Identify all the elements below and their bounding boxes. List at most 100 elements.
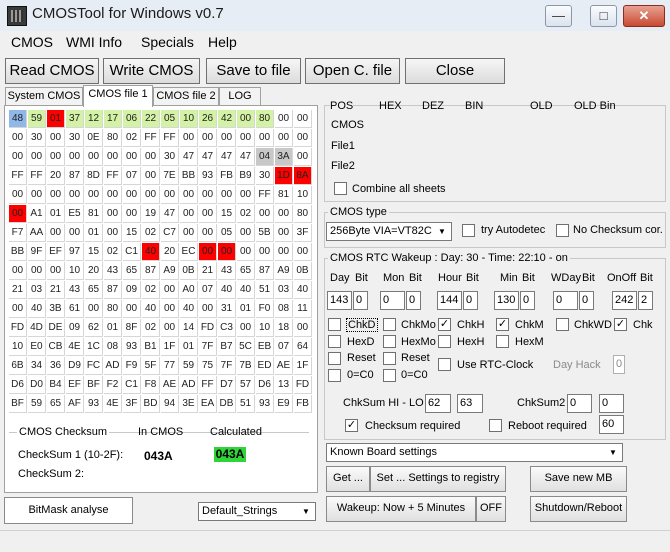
hex-cell[interactable]: FF <box>28 167 46 185</box>
hex-cell[interactable]: D6 <box>256 376 274 394</box>
hex-cell[interactable]: F8 <box>142 376 160 394</box>
hex-cell[interactable]: 3F <box>123 395 141 413</box>
hex-cell[interactable]: 3B <box>47 300 65 318</box>
hex-cell[interactable]: 40 <box>142 243 160 261</box>
hex-cell[interactable]: FD <box>199 319 217 337</box>
hex-cell[interactable]: 40 <box>180 300 198 318</box>
no-checksum-checkbox[interactable] <box>556 224 569 237</box>
tab-log[interactable]: LOG <box>219 87 261 106</box>
min-input[interactable]: 130 <box>494 291 519 310</box>
hex-cell[interactable]: 7B <box>237 357 255 375</box>
hex-cell[interactable]: C1 <box>123 243 141 261</box>
hex-cell[interactable]: 21 <box>47 281 65 299</box>
hex-cell[interactable]: 00 <box>47 186 65 204</box>
hex-cell[interactable]: F2 <box>104 376 122 394</box>
hex-cell[interactable]: 59 <box>28 395 46 413</box>
hex-cell[interactable]: F7 <box>9 224 27 242</box>
hex-cell[interactable]: 02 <box>237 205 255 223</box>
hex-cell[interactable]: 00 <box>9 129 27 147</box>
hex-cell[interactable]: 00 <box>142 148 160 166</box>
hex-cell[interactable]: 00 <box>218 243 236 261</box>
hex-cell[interactable]: 30 <box>28 129 46 147</box>
hex-cell[interactable]: 00 <box>294 148 312 166</box>
hex-cell[interactable]: 00 <box>28 148 46 166</box>
chkm-checkbox[interactable]: ✓ <box>496 318 509 331</box>
hex-cell[interactable]: 00 <box>85 148 103 166</box>
hex-cell[interactable]: 00 <box>9 300 27 318</box>
hex-cell[interactable]: 20 <box>85 262 103 280</box>
hex-cell[interactable]: 61 <box>66 300 84 318</box>
hex-cell[interactable]: 80 <box>256 110 274 128</box>
hex-cell[interactable]: 97 <box>66 243 84 261</box>
hex-cell[interactable]: 51 <box>237 395 255 413</box>
menu-wmi-info[interactable]: WMI Info <box>66 34 122 50</box>
hex-cell[interactable]: 40 <box>28 300 46 318</box>
hex-cell[interactable]: C3 <box>218 319 236 337</box>
hex-cell[interactable]: 47 <box>180 148 198 166</box>
save-new-mb-button[interactable]: Save new MB <box>530 466 627 492</box>
hex-cell[interactable]: 00 <box>85 300 103 318</box>
hex-cell[interactable]: 00 <box>142 167 160 185</box>
hex-cell[interactable]: FF <box>142 129 160 147</box>
hex-cell[interactable]: 20 <box>47 167 65 185</box>
hex-cell[interactable]: 94 <box>161 395 179 413</box>
hex-cell[interactable]: 0B <box>294 262 312 280</box>
wday-bit-input[interactable]: 0 <box>579 291 594 310</box>
hex-cell[interactable]: 00 <box>161 281 179 299</box>
hex-cell[interactable]: DE <box>47 319 65 337</box>
hex-cell[interactable]: E5 <box>66 205 84 223</box>
hex-cell[interactable]: F9 <box>123 357 141 375</box>
checksum-required-checkbox[interactable]: ✓ <box>345 419 358 432</box>
hex-cell[interactable]: 80 <box>104 300 122 318</box>
hex-cell[interactable]: 07 <box>123 167 141 185</box>
hex-cell[interactable]: 4E <box>104 395 122 413</box>
hex-cell[interactable]: 14 <box>180 319 198 337</box>
hex-cell[interactable]: 00 <box>161 319 179 337</box>
hex-cell[interactable]: 00 <box>104 205 122 223</box>
chkmo-checkbox[interactable] <box>383 318 396 331</box>
hex-cell[interactable]: 00 <box>47 224 65 242</box>
hex-cell[interactable]: 00 <box>161 300 179 318</box>
hex-cell[interactable]: 02 <box>123 129 141 147</box>
hex-cell[interactable]: FF <box>9 167 27 185</box>
hour-input[interactable]: 144 <box>437 291 462 310</box>
hex-cell[interactable]: B4 <box>47 376 65 394</box>
hex-cell[interactable]: 36 <box>47 357 65 375</box>
hex-cell[interactable]: 00 <box>199 205 217 223</box>
hex-cell[interactable]: 00 <box>237 110 255 128</box>
onoff-bit-input[interactable]: 2 <box>638 291 653 310</box>
min-bit-input[interactable]: 0 <box>520 291 535 310</box>
zero-c0-day-checkbox[interactable] <box>328 369 341 382</box>
hex-cell[interactable]: 26 <box>199 110 217 128</box>
hex-cell[interactable]: ED <box>256 357 274 375</box>
hex-cell[interactable]: FF <box>161 129 179 147</box>
hex-cell[interactable]: FF <box>256 186 274 204</box>
hex-cell[interactable]: 05 <box>161 110 179 128</box>
hex-cell[interactable]: 00 <box>275 129 293 147</box>
hex-cell[interactable]: 59 <box>180 357 198 375</box>
hex-cell[interactable]: 01 <box>47 205 65 223</box>
hex-cell[interactable]: 17 <box>104 110 122 128</box>
tab-system-cmos[interactable]: System CMOS <box>5 87 83 106</box>
hex-cell[interactable]: CB <box>47 338 65 356</box>
hex-cell[interactable]: BF <box>9 395 27 413</box>
hex-cell[interactable]: 00 <box>28 186 46 204</box>
hex-cell[interactable]: BD <box>142 395 160 413</box>
hex-cell[interactable]: FD <box>9 319 27 337</box>
hex-cell[interactable]: 43 <box>104 262 122 280</box>
hex-cell[interactable]: 1D <box>275 167 293 185</box>
hex-cell[interactable]: 30 <box>256 167 274 185</box>
hex-cell[interactable]: 8D <box>85 167 103 185</box>
hex-cell[interactable]: 00 <box>275 224 293 242</box>
hex-cell[interactable]: 87 <box>256 262 274 280</box>
mon-input[interactable]: 0 <box>380 291 405 310</box>
hex-cell[interactable]: AE <box>161 376 179 394</box>
hex-cell[interactable]: 8A <box>294 167 312 185</box>
hex-cell[interactable]: 00 <box>199 186 217 204</box>
chk-onoff-checkbox[interactable]: ✓ <box>614 318 627 331</box>
hex-cell[interactable]: 00 <box>28 262 46 280</box>
hex-cell[interactable]: 02 <box>142 224 160 242</box>
hex-cell[interactable]: 10 <box>180 110 198 128</box>
autodetect-checkbox[interactable] <box>462 224 475 237</box>
hex-cell[interactable]: D6 <box>9 376 27 394</box>
